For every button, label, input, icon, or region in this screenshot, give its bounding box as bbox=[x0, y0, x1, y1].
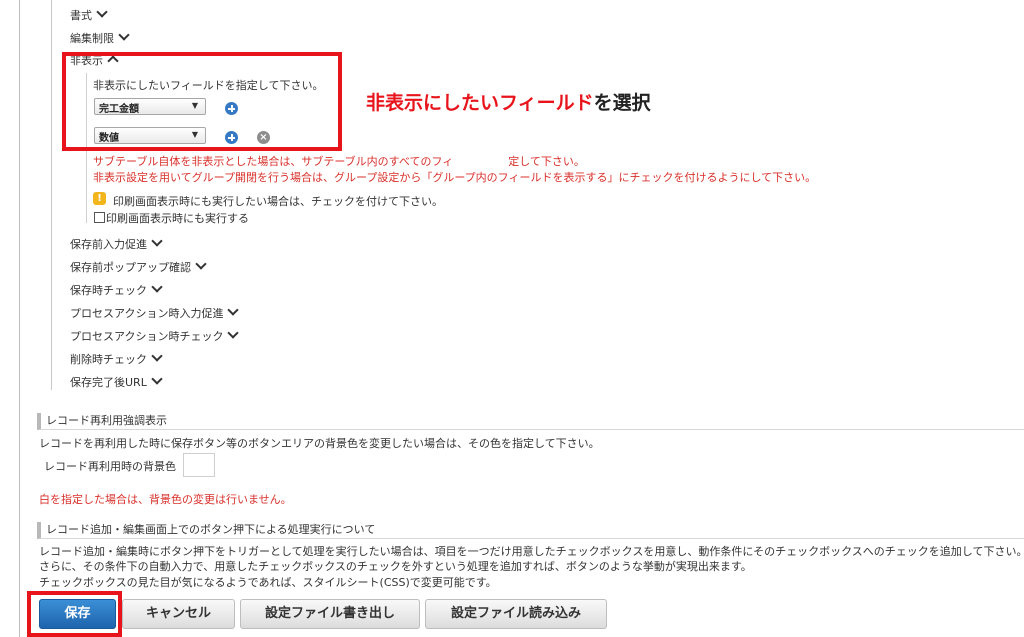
tree-item-label: プロセスアクション時チェック bbox=[70, 330, 224, 343]
warning-icon: ! bbox=[93, 192, 106, 205]
tree-item-label: 保存前ポップアップ確認 bbox=[70, 261, 191, 274]
annotation-text: 非表示にしたいフィールドを選択 bbox=[366, 88, 651, 115]
chevron-down-icon bbox=[96, 6, 108, 18]
chevron-down-icon bbox=[227, 304, 240, 316]
process-line-2: さらに、その条件下の自動入力で、用意したチェックボックスのチェックを外すという処… bbox=[39, 560, 752, 573]
tree-item-label: プロセスアクション時入力促進 bbox=[70, 307, 224, 320]
chevron-down-icon bbox=[227, 327, 240, 339]
tree-item-process-check[interactable]: プロセスアクション時チェック bbox=[70, 327, 240, 344]
reuse-section-header: レコード再利用強調表示 bbox=[37, 413, 1024, 430]
chevron-down-icon bbox=[118, 29, 130, 41]
reuse-description: レコードを再利用した時に保存ボタン等のボタンエリアの背景色を変更したい場合は、そ… bbox=[39, 437, 600, 450]
process-line-1: レコード追加・編集時にボタン押下をトリガーとして処理を実行したい場合は、項目を一… bbox=[39, 545, 1024, 558]
print-notice: 印刷画面表示時にも実行したい場合は、チェックを付けて下さい。 bbox=[113, 195, 443, 208]
tree-item-label: 保存時チェック bbox=[70, 284, 147, 297]
tree-item-process-prompt[interactable]: プロセスアクション時入力促進 bbox=[70, 304, 240, 321]
tree-item-edit-restriction[interactable]: 編集制限 bbox=[70, 29, 130, 46]
process-line-3: チェックボックスの見た目が気になるようであれば、スタイルシート(CSS)で変更可… bbox=[39, 576, 497, 589]
annotation-rest: を選択 bbox=[593, 92, 651, 114]
tree-item-format[interactable]: 書式 bbox=[70, 6, 108, 23]
process-section-header: レコード追加・編集画面上でのボタン押下による処理実行について bbox=[37, 522, 1024, 539]
reuse-bg-label: レコード再利用時の背景色 bbox=[44, 460, 176, 473]
hidden-note-2: 非表示設定を用いてグループ開閉を行う場合は、グループ設定から「グループ内のフィー… bbox=[93, 171, 817, 184]
reuse-section-title: レコード再利用強調表示 bbox=[46, 414, 167, 427]
tree-item-after-save-url[interactable]: 保存完了後URL bbox=[70, 373, 163, 390]
tree-item-label: 書式 bbox=[70, 9, 92, 22]
hidden-note-1: サブテーブル自体を非表示とした場合は、サブテーブル内のすべてのフィ 定して下さい… bbox=[93, 155, 585, 168]
chevron-down-icon bbox=[151, 350, 163, 362]
tree-guide-line bbox=[51, 0, 52, 390]
print-checkbox[interactable] bbox=[94, 212, 105, 223]
print-checkbox-label[interactable]: 印刷画面表示時にも実行する bbox=[106, 210, 249, 226]
chevron-down-icon bbox=[151, 373, 163, 385]
cancel-button[interactable]: キャンセル bbox=[122, 599, 235, 629]
annotation-highlight: 非表示にしたいフィールド bbox=[366, 92, 594, 114]
tree-item-label: 保存前入力促進 bbox=[70, 238, 147, 251]
chevron-down-icon bbox=[151, 235, 163, 247]
export-settings-button[interactable]: 設定ファイル書き出し bbox=[240, 599, 420, 629]
save-highlight-box bbox=[27, 591, 122, 637]
annotation-highlight-box bbox=[62, 52, 342, 151]
tree-item-pre-save-prompt[interactable]: 保存前入力促進 bbox=[70, 235, 163, 252]
chevron-down-icon bbox=[195, 258, 207, 270]
tree-item-label: 保存完了後URL bbox=[70, 376, 147, 389]
page-left-border bbox=[19, 0, 20, 637]
tree-item-label: 編集制限 bbox=[70, 32, 114, 45]
tree-item-save-check[interactable]: 保存時チェック bbox=[70, 281, 163, 298]
import-settings-button[interactable]: 設定ファイル読み込み bbox=[425, 599, 607, 629]
reuse-bg-color-input[interactable] bbox=[183, 453, 215, 477]
tree-item-pre-save-popup[interactable]: 保存前ポップアップ確認 bbox=[70, 258, 207, 275]
tree-item-label: 削除時チェック bbox=[70, 353, 147, 366]
chevron-down-icon bbox=[151, 281, 163, 293]
reuse-warning: 白を指定した場合は、背景色の変更は行いません。 bbox=[39, 493, 292, 506]
process-section-title: レコード追加・編集画面上でのボタン押下による処理実行について bbox=[46, 523, 376, 536]
tree-item-delete-check[interactable]: 削除時チェック bbox=[70, 350, 163, 367]
